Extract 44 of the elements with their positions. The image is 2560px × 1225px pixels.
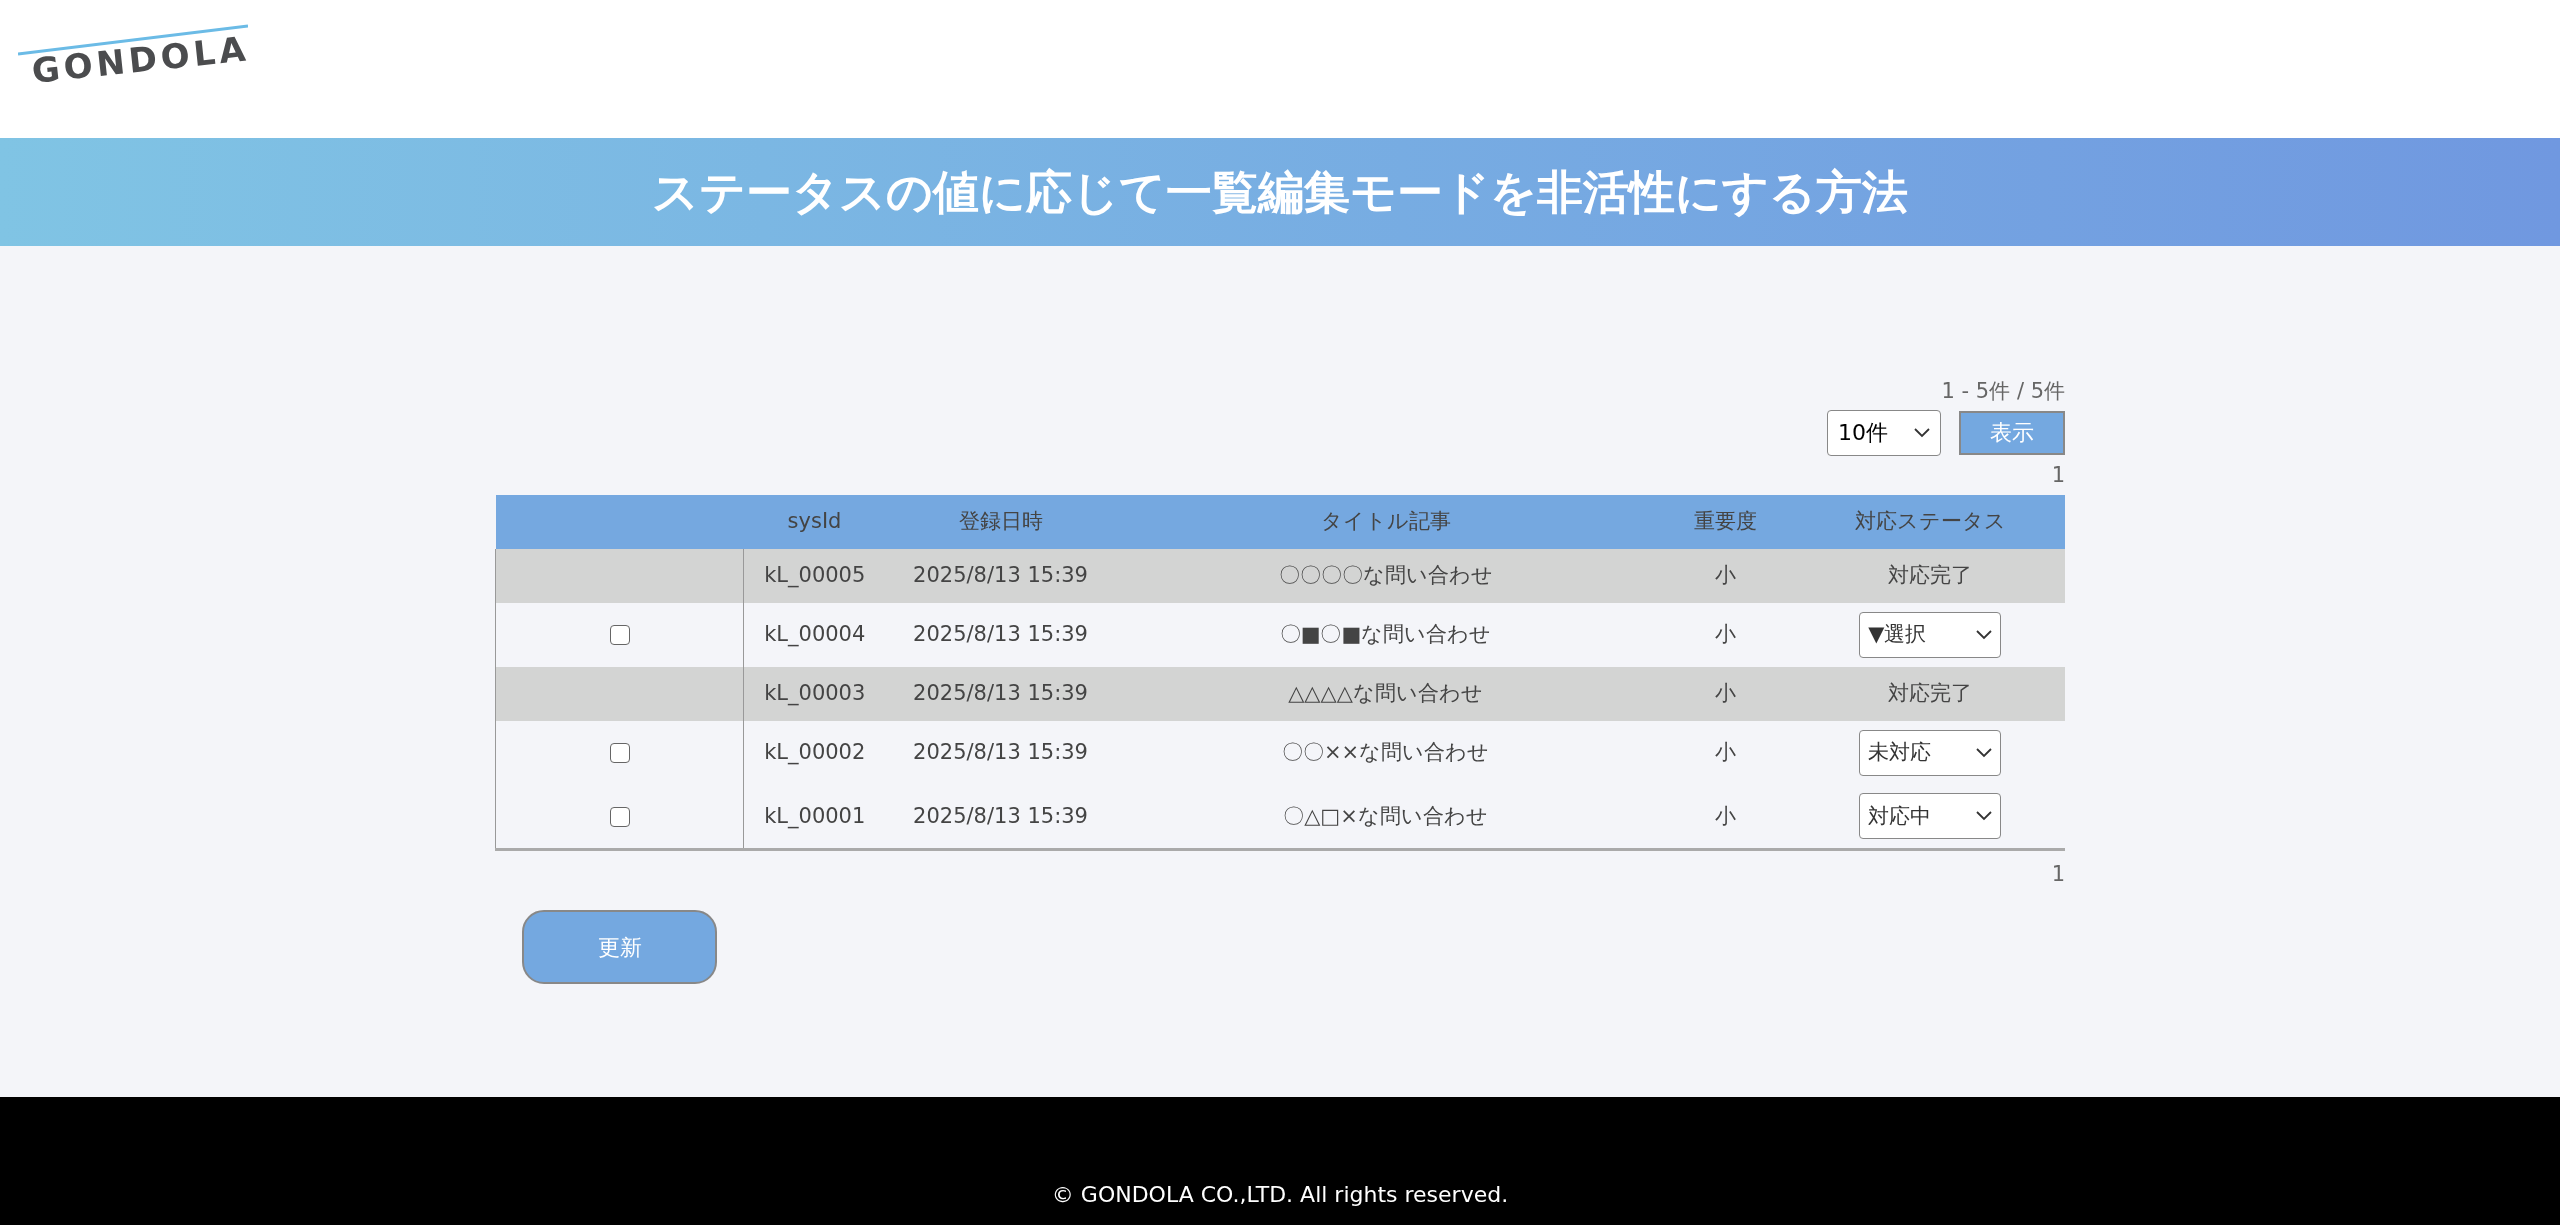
column-header: 登録日時 [885, 495, 1116, 549]
table-cell: 2025/8/13 15:39 [913, 740, 1088, 765]
row-checkbox[interactable] [609, 743, 630, 764]
page-number[interactable]: 1 [2051, 459, 2065, 491]
page-title: ステータスの値に応じて一覧編集モードを非活性にする方法 [652, 163, 1908, 221]
column-header: タイトル記事 [1115, 495, 1656, 549]
table-cell: 〇■〇■な問い合わせ [1279, 622, 1492, 647]
status-select[interactable]: 未対応 [1859, 730, 2002, 776]
per-page-select[interactable]: 10件 [1827, 409, 1941, 456]
status-cell: 対応完了 [1795, 549, 2065, 603]
status-select[interactable]: 対応中 [1859, 793, 2002, 840]
table-cell: 〇〇〇〇な問い合わせ [1115, 549, 1656, 603]
chevron-down-icon [1914, 427, 1930, 438]
status-cell: 対応完了 [1795, 667, 2065, 721]
column-header: 対応ステータス [1795, 495, 2065, 549]
table-cell: kL_00003 [743, 667, 886, 721]
table-cell: 〇〇××な問い合わせ [1281, 740, 1490, 765]
table-cell: 小 [1715, 803, 1736, 828]
column-header: sysId [743, 495, 886, 549]
row-checkbox[interactable] [609, 625, 630, 646]
table-cell: 2025/8/13 15:39 [913, 803, 1088, 828]
chevron-down-icon [1976, 811, 1993, 822]
table-cell: 2025/8/13 15:39 [885, 667, 1116, 721]
chevron-down-icon [1976, 748, 1993, 758]
table-cell: △△△△な問い合わせ [1115, 667, 1656, 721]
table-cell: 2025/8/13 15:39 [885, 549, 1116, 603]
row-checkbox[interactable] [609, 806, 630, 827]
table-cell: 小 [1655, 549, 1796, 603]
table-cell: kL_00002 [764, 740, 866, 765]
table-cell: 〇△□×な問い合わせ [1283, 803, 1488, 828]
table-cell: 小 [1715, 740, 1736, 765]
table-cell: 2025/8/13 15:39 [913, 622, 1088, 647]
chevron-down-icon [1976, 630, 1993, 640]
result-count: 1 - 5件 / 5件 [1941, 378, 2065, 405]
column-header: 重要度 [1655, 495, 1796, 549]
page-number[interactable]: 1 [2051, 858, 2065, 890]
copyright-text: © GONDOLA CO.,LTD. All rights reserved. [1051, 1181, 1509, 1209]
table-cell: kL_00005 [743, 549, 886, 603]
table-cell: 小 [1715, 622, 1736, 647]
table-cell: kL_00001 [764, 803, 866, 828]
logo[interactable]: GONDOLA [29, 23, 252, 97]
status-select[interactable]: ▼選択 [1859, 612, 2002, 658]
table-cell: 小 [1655, 667, 1796, 721]
table-cell: kL_00004 [764, 622, 866, 647]
